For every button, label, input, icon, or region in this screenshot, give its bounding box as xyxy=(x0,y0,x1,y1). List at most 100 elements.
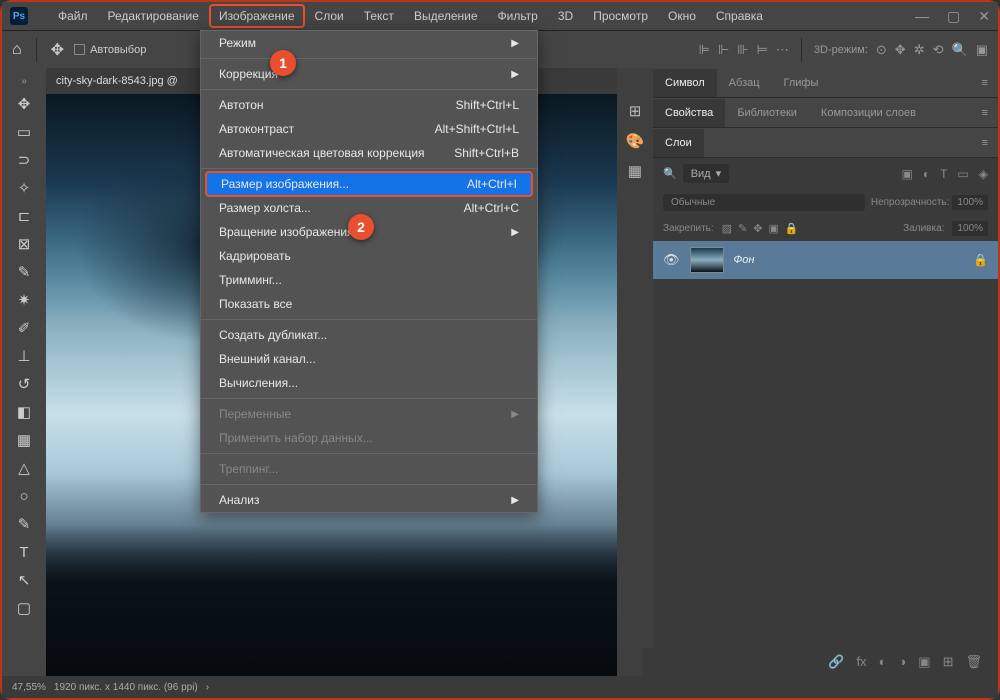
maximize-icon[interactable]: ▢ xyxy=(947,8,960,25)
menu-layers[interactable]: Слои xyxy=(305,4,354,28)
menu-apply-image[interactable]: Внешний канал... xyxy=(201,347,537,371)
filter-smart-icon[interactable]: ◈ xyxy=(979,167,988,181)
filter-type-dropdown[interactable]: Вид ▾ xyxy=(683,164,729,183)
panel-menu-icon[interactable]: ≡ xyxy=(972,137,998,149)
marquee-tool-icon[interactable]: ▭ xyxy=(10,119,38,145)
pan-icon[interactable]: ✥ xyxy=(895,42,906,58)
dodge-tool-icon[interactable]: ○ xyxy=(10,483,38,509)
tab-libraries[interactable]: Библиотеки xyxy=(725,99,809,127)
heal-tool-icon[interactable]: ✷ xyxy=(10,287,38,313)
align-icon[interactable]: ⊪ xyxy=(737,42,748,58)
expand-icon[interactable]: » xyxy=(21,74,27,89)
menu-reveal-all[interactable]: Показать все xyxy=(201,292,537,316)
tab-character[interactable]: Символ xyxy=(653,69,717,97)
move-tool-icon[interactable]: ✥ xyxy=(10,91,38,117)
shape-tool-icon[interactable]: ▢ xyxy=(10,595,38,621)
brush-tool-icon[interactable]: ✐ xyxy=(10,315,38,341)
filter-shape-icon[interactable]: ▭ xyxy=(957,167,968,181)
search-icon[interactable]: 🔍 xyxy=(952,42,968,58)
lock-trans-icon[interactable]: ▨ xyxy=(722,222,732,235)
eyedropper-tool-icon[interactable]: ✎ xyxy=(10,259,38,285)
workspace-icon[interactable]: ▣ xyxy=(976,42,988,58)
gradient-tool-icon[interactable]: ▦ xyxy=(10,427,38,453)
menu-autocolor[interactable]: Автоматическая цветовая коррекцияShift+C… xyxy=(201,141,537,165)
lock-icon[interactable]: 🔒 xyxy=(973,253,988,267)
tab-layercomps[interactable]: Композиции слоев xyxy=(809,99,928,127)
menu-select[interactable]: Выделение xyxy=(404,4,488,28)
filter-pixel-icon[interactable]: ▣ xyxy=(901,167,912,181)
zoom-icon[interactable]: ✲ xyxy=(914,42,925,58)
fill-value[interactable]: 100% xyxy=(952,221,988,236)
tab-properties[interactable]: Свойства xyxy=(653,99,725,127)
menu-analysis[interactable]: Анализ▶ xyxy=(201,488,537,512)
filter-adjust-icon[interactable]: ◐ xyxy=(923,167,930,181)
tab-paragraph[interactable]: Абзац xyxy=(717,69,772,97)
layer-row[interactable]: 👁 Фон 🔒 xyxy=(653,241,998,279)
type-tool-icon[interactable]: T xyxy=(10,539,38,565)
menu-file[interactable]: Файл xyxy=(48,4,98,28)
checkbox-icon[interactable] xyxy=(74,44,85,55)
autoselect-option[interactable]: Автовыбор xyxy=(74,44,146,56)
adjust-icon[interactable]: ⊞ xyxy=(629,102,642,120)
lock-paint-icon[interactable]: ✎ xyxy=(738,222,747,235)
lasso-tool-icon[interactable]: ⊃ xyxy=(10,147,38,173)
lock-all-icon[interactable]: 🔒 xyxy=(785,222,799,235)
menu-autotone[interactable]: АвтотонShift+Ctrl+L xyxy=(201,93,537,117)
panel-menu-icon[interactable]: ≡ xyxy=(972,107,998,119)
menu-edit[interactable]: Редактирование xyxy=(98,4,209,28)
orbit-icon[interactable]: ⊙ xyxy=(876,42,887,58)
move-tool-icon[interactable]: ✥ xyxy=(51,40,64,60)
path-tool-icon[interactable]: ↖ xyxy=(10,567,38,593)
menu-autocontrast[interactable]: АвтоконтрастAlt+Shift+Ctrl+L xyxy=(201,117,537,141)
lock-pos-icon[interactable]: ✥ xyxy=(753,222,762,235)
panel-menu-icon[interactable]: ≡ xyxy=(972,77,998,89)
minimize-icon[interactable]: — xyxy=(915,8,929,25)
link-icon[interactable]: 🔗 xyxy=(828,654,844,670)
pen-tool-icon[interactable]: ✎ xyxy=(10,511,38,537)
layer-thumbnail[interactable] xyxy=(690,247,724,273)
blur-tool-icon[interactable]: △ xyxy=(10,455,38,481)
menu-mode[interactable]: Режим▶ xyxy=(201,31,537,55)
align-icon[interactable]: ⊫ xyxy=(699,42,710,58)
menu-3d[interactable]: 3D xyxy=(548,4,583,28)
menu-correction[interactable]: Коррекция▶ xyxy=(201,62,537,86)
eraser-tool-icon[interactable]: ◧ xyxy=(10,399,38,425)
menu-filter[interactable]: Фильтр xyxy=(488,4,548,28)
tab-layers[interactable]: Слои xyxy=(653,129,704,157)
frame-tool-icon[interactable]: ⊠ xyxy=(10,231,38,257)
document-tab[interactable]: city-sky-dark-8543.jpg @ xyxy=(56,75,178,87)
more-icon[interactable]: ⋯ xyxy=(776,42,789,58)
lock-nest-icon[interactable]: ▣ xyxy=(769,222,779,235)
crop-tool-icon[interactable]: ⊏ xyxy=(10,203,38,229)
group-icon[interactable]: ▣ xyxy=(918,654,930,670)
menu-crop[interactable]: Кадрировать xyxy=(201,244,537,268)
app-logo[interactable]: Ps xyxy=(10,7,28,25)
menu-image[interactable]: Изображение xyxy=(209,4,305,28)
align-icon[interactable]: ⊨ xyxy=(757,42,768,58)
menu-text[interactable]: Текст xyxy=(354,4,404,28)
chevron-right-icon[interactable]: › xyxy=(206,682,209,693)
palette-icon[interactable]: 🎨 xyxy=(626,132,645,150)
adjustment-icon[interactable]: ◑ xyxy=(898,654,906,670)
close-icon[interactable]: ✕ xyxy=(978,8,990,25)
swatches-icon[interactable]: ▦ xyxy=(628,162,642,180)
menu-view[interactable]: Просмотр xyxy=(583,4,658,28)
menu-calculations[interactable]: Вычисления... xyxy=(201,371,537,395)
menu-image-size[interactable]: Размер изображения...Alt+Ctrl+I xyxy=(205,171,533,197)
stamp-tool-icon[interactable]: ⊥ xyxy=(10,343,38,369)
filter-type-icon[interactable]: T xyxy=(940,167,947,181)
mask-icon[interactable]: ◐ xyxy=(879,654,887,670)
visibility-icon[interactable]: 👁 xyxy=(663,252,680,268)
menu-duplicate[interactable]: Создать дубликат... xyxy=(201,323,537,347)
wand-tool-icon[interactable]: ✧ xyxy=(10,175,38,201)
layer-name[interactable]: Фон xyxy=(734,254,964,266)
opacity-value[interactable]: 100% xyxy=(952,195,988,210)
fx-icon[interactable]: fx xyxy=(856,654,866,670)
rotate-icon[interactable]: ⟲ xyxy=(933,42,944,58)
history-brush-icon[interactable]: ↺ xyxy=(10,371,38,397)
new-layer-icon[interactable]: ⊞ xyxy=(943,654,954,670)
search-icon[interactable]: 🔍 xyxy=(663,167,677,180)
blend-mode-dropdown[interactable]: Обычные xyxy=(663,194,865,211)
align-icon[interactable]: ⊩ xyxy=(718,42,729,58)
home-icon[interactable]: ⌂ xyxy=(12,41,22,59)
